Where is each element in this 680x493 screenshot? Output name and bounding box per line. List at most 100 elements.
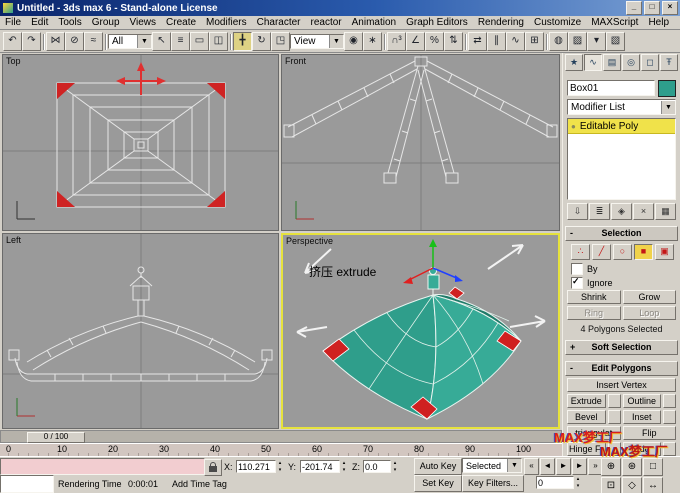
curve-editor-icon[interactable]: ∿	[506, 32, 525, 51]
schematic-view-icon[interactable]: ⊞	[525, 32, 544, 51]
x-coord-field[interactable]	[236, 460, 276, 473]
maxscript-listener-input[interactable]	[0, 475, 54, 493]
stack-item-editable-poly[interactable]: ● Editable Poly	[568, 119, 675, 134]
menu-group[interactable]: Group	[87, 17, 125, 28]
visibility-bulb-icon[interactable]: ●	[571, 122, 576, 131]
percent-snap-icon[interactable]: %	[425, 32, 444, 51]
snap-toggle-3d-icon[interactable]: ∩³	[387, 32, 406, 51]
quick-render-icon[interactable]: ▧	[606, 32, 625, 51]
spinner-snap-icon[interactable]: ⇅	[444, 32, 463, 51]
menu-customize[interactable]: Customize	[529, 17, 586, 28]
motion-tab-icon[interactable]: ◎	[622, 54, 640, 71]
key-selection-dropdown[interactable]: Selected ▼	[462, 458, 522, 473]
menu-edit[interactable]: Edit	[26, 17, 53, 28]
region-zoom-icon[interactable]: ◇	[622, 477, 642, 493]
inset-button[interactable]: Inset	[622, 410, 661, 424]
maxscript-mini-listener[interactable]	[0, 458, 205, 475]
zoom-icon[interactable]: ⊕	[601, 458, 621, 476]
track-bar[interactable]: 0 10 20 30 40 50 60 70 80 90 100	[0, 443, 562, 456]
viewport-left[interactable]: Left	[2, 233, 279, 429]
minimize-button[interactable]: _	[626, 1, 642, 15]
flip-button[interactable]: Flip	[622, 426, 676, 440]
zoom-extents-icon[interactable]: □	[643, 458, 663, 476]
viewport-front[interactable]: Front	[281, 54, 560, 231]
current-frame-field[interactable]	[536, 476, 574, 489]
align-icon[interactable]: ∥	[487, 32, 506, 51]
select-and-manipulate-icon[interactable]: ∗	[363, 32, 382, 51]
time-slider-button[interactable]: 0 / 100	[27, 432, 85, 443]
viewport-top-label[interactable]: Top	[6, 56, 21, 66]
reference-coordinate-dropdown[interactable]: View ▼	[290, 34, 344, 49]
menu-reactor[interactable]: reactor	[306, 17, 347, 28]
pin-stack-icon[interactable]: ⇩	[567, 203, 588, 220]
play-icon[interactable]: ►	[556, 458, 571, 475]
z-coord-field[interactable]	[363, 460, 391, 473]
outline-settings-icon[interactable]	[663, 394, 676, 408]
viewport-front-label[interactable]: Front	[285, 56, 306, 66]
display-tab-icon[interactable]: ◻	[641, 54, 659, 71]
modifier-list-dropdown[interactable]: Modifier List ▼	[567, 99, 676, 115]
selection-rollout-header[interactable]: - Selection	[565, 226, 678, 241]
menu-maxscript[interactable]: MAXScript	[586, 17, 643, 28]
menu-rendering[interactable]: Rendering	[473, 17, 529, 28]
object-color-swatch[interactable]	[658, 80, 676, 97]
maximize-button[interactable]: □	[644, 1, 660, 15]
make-unique-icon[interactable]: ◈	[611, 203, 632, 220]
element-subobject-icon[interactable]: ▣	[655, 244, 674, 260]
polygon-subobject-icon[interactable]: ■	[634, 244, 653, 260]
viewport-top[interactable]: Top	[2, 54, 279, 231]
menu-file[interactable]: File	[0, 17, 26, 28]
chevron-down-icon[interactable]: ▼	[507, 459, 521, 472]
create-tab-icon[interactable]: ★	[565, 54, 583, 71]
soft-selection-rollout-header[interactable]: + Soft Selection	[565, 340, 678, 355]
menu-animation[interactable]: Animation	[347, 17, 401, 28]
angle-snap-icon[interactable]: ∠	[406, 32, 425, 51]
show-end-result-icon[interactable]: ≣	[589, 203, 610, 220]
zoom-all-icon[interactable]: ⊛	[622, 458, 642, 476]
viewport-perspective-label[interactable]: Perspective	[286, 236, 333, 246]
outline-button[interactable]: Outline	[622, 394, 661, 408]
undo-icon[interactable]: ↶	[3, 32, 22, 51]
auto-key-button[interactable]: Auto Key	[414, 458, 462, 475]
select-and-scale-icon[interactable]: ◳	[271, 32, 290, 51]
key-filters-button[interactable]: Key Filters...	[462, 475, 524, 492]
chevron-down-icon[interactable]: ▼	[137, 35, 151, 48]
frame-spinner[interactable]: ▴ ▾	[574, 476, 582, 489]
y-coord-field[interactable]	[300, 460, 340, 473]
border-subobject-icon[interactable]: ○	[613, 244, 632, 260]
selection-lock-toggle[interactable]	[204, 459, 222, 476]
menu-help[interactable]: Help	[643, 17, 674, 28]
close-button[interactable]: ×	[662, 1, 678, 15]
edge-subobject-icon[interactable]: ╱	[592, 244, 611, 260]
menu-views[interactable]: Views	[125, 17, 162, 28]
time-slider-track[interactable]: 0 / 100	[0, 430, 562, 443]
pan-icon[interactable]: ↔	[643, 477, 663, 493]
utilities-tab-icon[interactable]: Ŧ	[660, 54, 678, 71]
extrude-settings-icon[interactable]	[607, 394, 621, 408]
x-spinner[interactable]: ▴ ▾	[276, 460, 284, 473]
set-key-button[interactable]: Set Key	[414, 475, 462, 492]
insert-vertex-button[interactable]: Insert Vertex	[567, 378, 676, 392]
object-name-field[interactable]	[567, 80, 655, 96]
menu-character[interactable]: Character	[252, 17, 306, 28]
go-to-start-icon[interactable]: «	[524, 458, 539, 475]
configure-modifier-sets-icon[interactable]: ▦	[655, 203, 676, 220]
bevel-settings-icon[interactable]	[607, 410, 621, 424]
zoom-extents-all-icon[interactable]: ⊡	[601, 477, 621, 493]
select-and-move-icon[interactable]: ╋	[233, 32, 252, 51]
use-pivot-center-icon[interactable]: ◉	[344, 32, 363, 51]
viewport-left-label[interactable]: Left	[6, 235, 21, 245]
menu-graph-editors[interactable]: Graph Editors	[401, 17, 473, 28]
bevel-button[interactable]: Bevel	[567, 410, 606, 424]
material-editor-icon[interactable]: ◍	[549, 32, 568, 51]
viewport-perspective[interactable]: Perspective 挤压 extrude	[281, 233, 560, 429]
z-spinner[interactable]: ▴ ▾	[391, 460, 399, 473]
menu-tools[interactable]: Tools	[53, 17, 86, 28]
unlink-selection-icon[interactable]: ⊘	[65, 32, 84, 51]
redo-icon[interactable]: ↷	[22, 32, 41, 51]
select-and-rotate-icon[interactable]: ↻	[252, 32, 271, 51]
selection-filter-dropdown[interactable]: All ▼	[108, 34, 152, 49]
bind-to-space-warp-icon[interactable]: ≈	[84, 32, 103, 51]
remove-modifier-icon[interactable]: ×	[633, 203, 654, 220]
menu-modifiers[interactable]: Modifiers	[201, 17, 252, 28]
